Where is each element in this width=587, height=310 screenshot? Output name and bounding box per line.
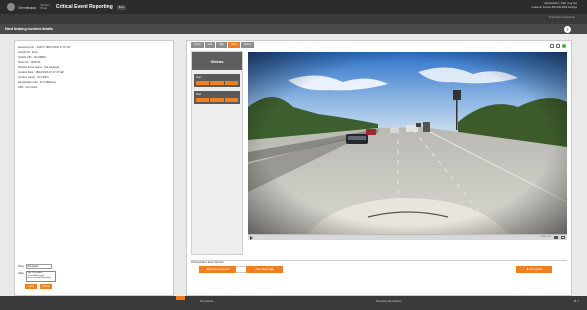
footer-tab-indicator[interactable] xyxy=(176,296,185,300)
app-title: Critical Event Reporting xyxy=(55,4,113,10)
logo[interactable]: Omnitracs xyxy=(7,3,36,11)
video-segment[interactable] xyxy=(210,98,224,102)
play-icon[interactable] xyxy=(250,236,253,240)
view-select[interactable]: Reviewed xyxy=(25,264,52,269)
video-segment[interactable] xyxy=(224,81,238,85)
fullscreen-icon[interactable] xyxy=(561,236,565,239)
video-segment[interactable] xyxy=(196,98,210,102)
main-content: Document No. : 10476 / 08/17/2016 17:07:… xyxy=(0,34,587,296)
export-icon[interactable] xyxy=(556,44,560,48)
navigation-label: Previous/Next Event Review xyxy=(191,261,224,264)
camera-front[interactable]: Front xyxy=(194,74,240,87)
subbar-label: Critical Event Reporting xyxy=(548,16,575,19)
footer-icons[interactable]: ⚙ ? xyxy=(574,299,579,303)
beta-badge: Beta xyxy=(116,4,126,10)
camera-rear-label: Rear xyxy=(196,93,202,96)
next-report-button[interactable]: Next Report ▶ xyxy=(246,266,283,273)
sub-navigation: Critical Event Reporting xyxy=(0,14,587,24)
tab-bar: Graph Grid Map Video History xyxy=(191,42,255,48)
report-navigation: ◀ Previous Report Next Report ▶ xyxy=(199,266,283,273)
view-label: View xyxy=(18,265,24,268)
video-segment[interactable] xyxy=(196,81,210,85)
camera-rear[interactable]: Rear xyxy=(194,91,240,104)
also-label: Also xyxy=(18,271,24,275)
previous-report-button[interactable]: ◀ Previous Report xyxy=(199,266,236,273)
camera-front-label: Front xyxy=(196,76,202,79)
app-header: Omnitracs Services Portal Critical Event… xyxy=(0,0,587,14)
details-list: Document No. : 10476 / 08/17/2016 17:07:… xyxy=(18,45,168,90)
navigation-spacer xyxy=(236,266,246,273)
volume-icon[interactable] xyxy=(554,236,558,239)
omnitracs-logo-icon xyxy=(7,3,15,11)
print-icon[interactable] xyxy=(550,44,554,48)
videos-sidebar: Videos Front Rear xyxy=(191,51,243,255)
video-panel: Graph Grid Map Video History Videos Front Re… xyxy=(186,40,572,296)
video-time: 0:00 / 0:12 xyxy=(540,236,551,238)
panel-tools xyxy=(550,44,566,48)
download-button[interactable]: ⬇ Download xyxy=(516,266,552,273)
footer-bar: All Incidents Reviewing All Incidents ⚙ … xyxy=(0,296,587,310)
user-menu[interactable]: Administrator | Help | Log Out Customer … xyxy=(531,2,577,10)
status-ok-icon xyxy=(562,44,566,48)
tab-graph[interactable]: Graph xyxy=(191,42,204,48)
tab-map[interactable]: Map xyxy=(216,42,227,48)
video-segment[interactable] xyxy=(210,81,224,85)
portal-label: Services Portal xyxy=(40,4,50,10)
divider xyxy=(191,260,567,261)
video-controls: 0:00 / 0:12 xyxy=(248,234,567,240)
incident-details-panel: Document No. : 10476 / 08/17/2016 17:07:… xyxy=(14,40,174,296)
footer-label-center: Reviewing All Incidents xyxy=(376,300,402,303)
tab-history[interactable]: History xyxy=(240,42,255,48)
page-title: Hard braking incident details xyxy=(5,26,54,31)
also-listbox[interactable]: Not Coachable Coachable event Event needs … xyxy=(25,271,56,282)
help-icon[interactable]: ? xyxy=(564,25,571,33)
video-segment[interactable] xyxy=(224,98,238,102)
cancel-button[interactable]: Cancel xyxy=(40,284,52,289)
tab-grid[interactable]: Grid xyxy=(204,42,216,48)
logo-text: Omnitracs xyxy=(18,4,37,10)
detail-line: ARS : Not Active xyxy=(18,86,38,89)
page-header: Hard braking incident details ? xyxy=(0,24,587,34)
save-button[interactable]: Save xyxy=(25,284,37,289)
dashcam-frame xyxy=(248,52,567,234)
footer-label-left[interactable]: All Incidents xyxy=(200,300,213,303)
review-form: View Reviewed Also Not Coachable Coachabl… xyxy=(18,264,78,289)
videos-heading: Videos xyxy=(192,52,242,70)
tab-video[interactable]: Video xyxy=(227,42,240,48)
also-option[interactable]: Event needs Reviewing xyxy=(27,277,55,280)
dashcam-video[interactable] xyxy=(248,52,567,234)
